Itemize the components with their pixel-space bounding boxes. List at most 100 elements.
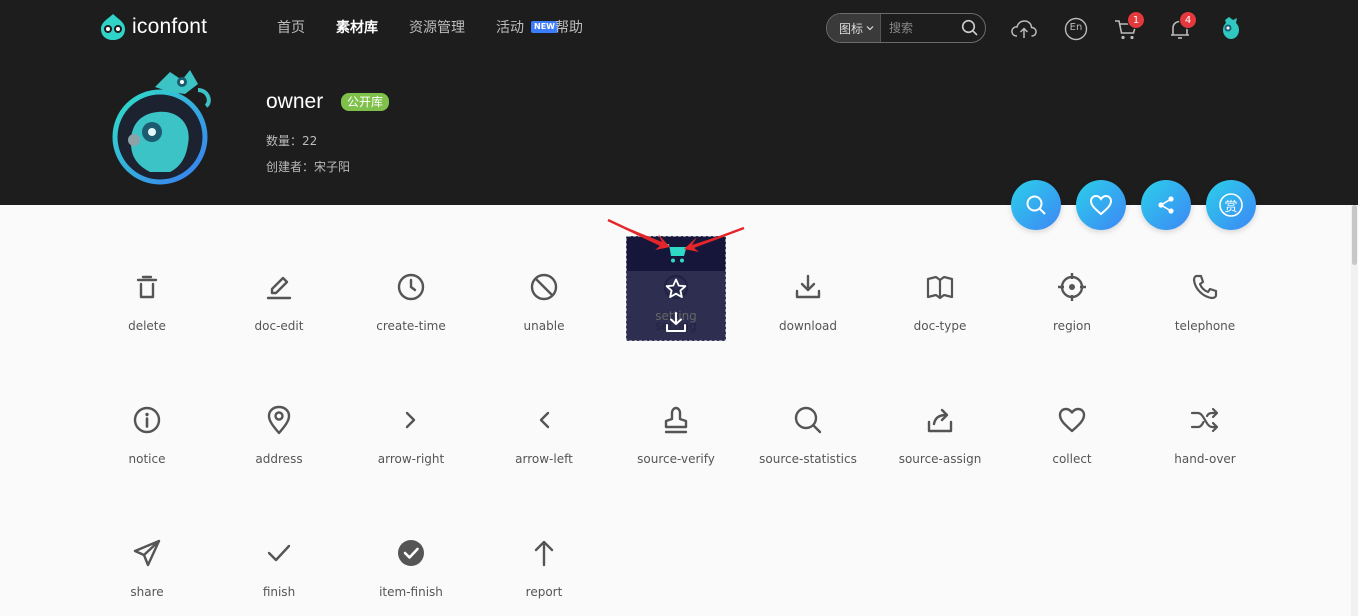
book-icon [926, 275, 954, 300]
nav-item-material[interactable]: 素材库 [336, 18, 378, 38]
heart-icon [1089, 194, 1113, 216]
icon-card-arrow-right[interactable]: arrow-right [345, 384, 477, 494]
search-icon [961, 19, 978, 36]
chevron-right-icon [405, 411, 416, 429]
icon-card-telephone[interactable]: telephone [1139, 251, 1271, 361]
nav-item-help[interactable]: 帮助 [555, 18, 583, 38]
share-action-button[interactable] [1141, 180, 1191, 230]
chevron-left-icon [539, 411, 550, 429]
search-type-label: 图标 [839, 21, 864, 36]
share-icon [1158, 196, 1174, 214]
page: iconfont 首页 素材库 资源管理 活动 NEW 帮助 图标 搜索 En … [0, 0, 1358, 616]
upload-button[interactable] [1010, 15, 1038, 43]
map-pin-icon [267, 405, 291, 435]
search-box: 图标 [826, 13, 986, 43]
logo[interactable]: iconfont [98, 12, 207, 42]
icon-label: arrow-right [377, 452, 445, 466]
icon-card-address[interactable]: address [213, 384, 345, 494]
download-icon [795, 274, 821, 299]
icon-card-source-assign[interactable]: source-assign [874, 384, 1006, 494]
nav-item-activity[interactable]: 活动 NEW [496, 18, 558, 38]
shuffle-icon [1190, 407, 1219, 433]
icon-label: region [1053, 319, 1091, 333]
arrow-up-icon [534, 540, 554, 567]
icon-label: source-assign [898, 452, 982, 466]
logo-text: iconfont [132, 15, 208, 38]
icon-card-doc-type[interactable]: doc-type [874, 251, 1006, 361]
reward-action-button[interactable]: 赏 [1206, 180, 1256, 230]
icon-label: collect [1052, 452, 1092, 466]
icon-label: arrow-left [515, 452, 573, 466]
magnifier-icon [794, 406, 822, 434]
icon-label: delete [128, 319, 166, 333]
icon-card-report[interactable]: report [478, 517, 610, 616]
crosshair-icon [1058, 273, 1086, 301]
icon-card-region[interactable]: region [1006, 251, 1138, 361]
heart-outline-icon [1058, 407, 1086, 433]
icon-card-item-finish[interactable]: item-finish [345, 517, 477, 616]
icon-label: hand-over [1174, 452, 1236, 466]
trash-icon [136, 275, 158, 299]
icon-label: item-finish [379, 585, 443, 599]
icon-label: unable [523, 319, 565, 333]
clock-icon [397, 273, 425, 301]
search-type-select[interactable]: 图标 [827, 14, 882, 42]
icon-card-notice[interactable]: notice [81, 384, 213, 494]
reward-label: 赏 [1224, 200, 1238, 215]
paper-plane-icon [133, 539, 161, 567]
nav-item-home[interactable]: 首页 [277, 18, 305, 38]
icon-label: share [130, 585, 164, 599]
star-icon[interactable] [664, 277, 688, 301]
favorite-action-button[interactable] [1076, 180, 1126, 230]
public-badge: 公开库 [341, 93, 390, 111]
scrollbar-track[interactable] [1351, 205, 1358, 616]
nav-item-activity-label: 活动 [496, 20, 524, 36]
icon-card-collect[interactable]: collect [1006, 384, 1138, 494]
icon-label: download [778, 319, 838, 333]
search-input[interactable] [881, 21, 955, 35]
search-icon [1026, 195, 1046, 215]
ban-icon [530, 273, 558, 301]
icon-label: source-statistics [759, 452, 857, 466]
language-label: En [1069, 22, 1083, 33]
icon-card-share[interactable]: share [81, 517, 213, 616]
check-circle-icon [398, 540, 424, 566]
icon-card-doc-edit[interactable]: doc-edit [213, 251, 345, 361]
icon-label: doc-edit [254, 319, 304, 333]
icon-label: source-verify [637, 452, 715, 466]
pen-icon [266, 276, 292, 300]
icon-card-source-verify[interactable]: source-verify [610, 384, 742, 494]
icon-card-download[interactable]: download [742, 251, 874, 361]
icon-card-delete[interactable]: delete [81, 251, 213, 361]
icon-label: doc-type [913, 319, 967, 333]
creator-info: 创建者：宋子阳 [266, 160, 351, 174]
icon-card-hand-over[interactable]: hand-over [1139, 384, 1271, 494]
icon-label: notice [128, 452, 166, 466]
icon-card-source-statistics[interactable]: source-statistics [742, 384, 874, 494]
chevron-down-icon [866, 26, 874, 31]
scrollbar-thumb[interactable] [1352, 205, 1357, 265]
info-icon [133, 406, 161, 434]
user-avatar[interactable] [1219, 15, 1243, 41]
cart-count-badge: 1 [1127, 11, 1145, 29]
download-icon[interactable] [664, 311, 688, 333]
icon-label: telephone [1174, 319, 1236, 333]
library-avatar [112, 70, 211, 185]
icon-card-unable[interactable]: unable [478, 251, 610, 361]
icon-card-finish[interactable]: finish [213, 517, 345, 616]
language-button[interactable]: En [1062, 15, 1090, 43]
logo-mark-icon [101, 14, 125, 40]
main-nav: 首页 素材库 资源管理 活动 NEW 帮助 [277, 18, 614, 38]
icon-card-arrow-left[interactable]: arrow-left [478, 384, 610, 494]
phone-icon [1192, 274, 1218, 300]
stamp-icon [664, 406, 688, 434]
notification-count-badge: 4 [1179, 11, 1197, 29]
nav-item-resource[interactable]: 资源管理 [409, 18, 465, 38]
icon-label: report [525, 585, 563, 599]
cloud-upload-icon [1011, 20, 1037, 38]
icon-label: create-time [376, 319, 446, 333]
check-icon [267, 544, 291, 562]
search-button[interactable] [955, 14, 985, 42]
search-action-button[interactable] [1011, 180, 1061, 230]
icon-card-create-time[interactable]: create-time [345, 251, 477, 361]
